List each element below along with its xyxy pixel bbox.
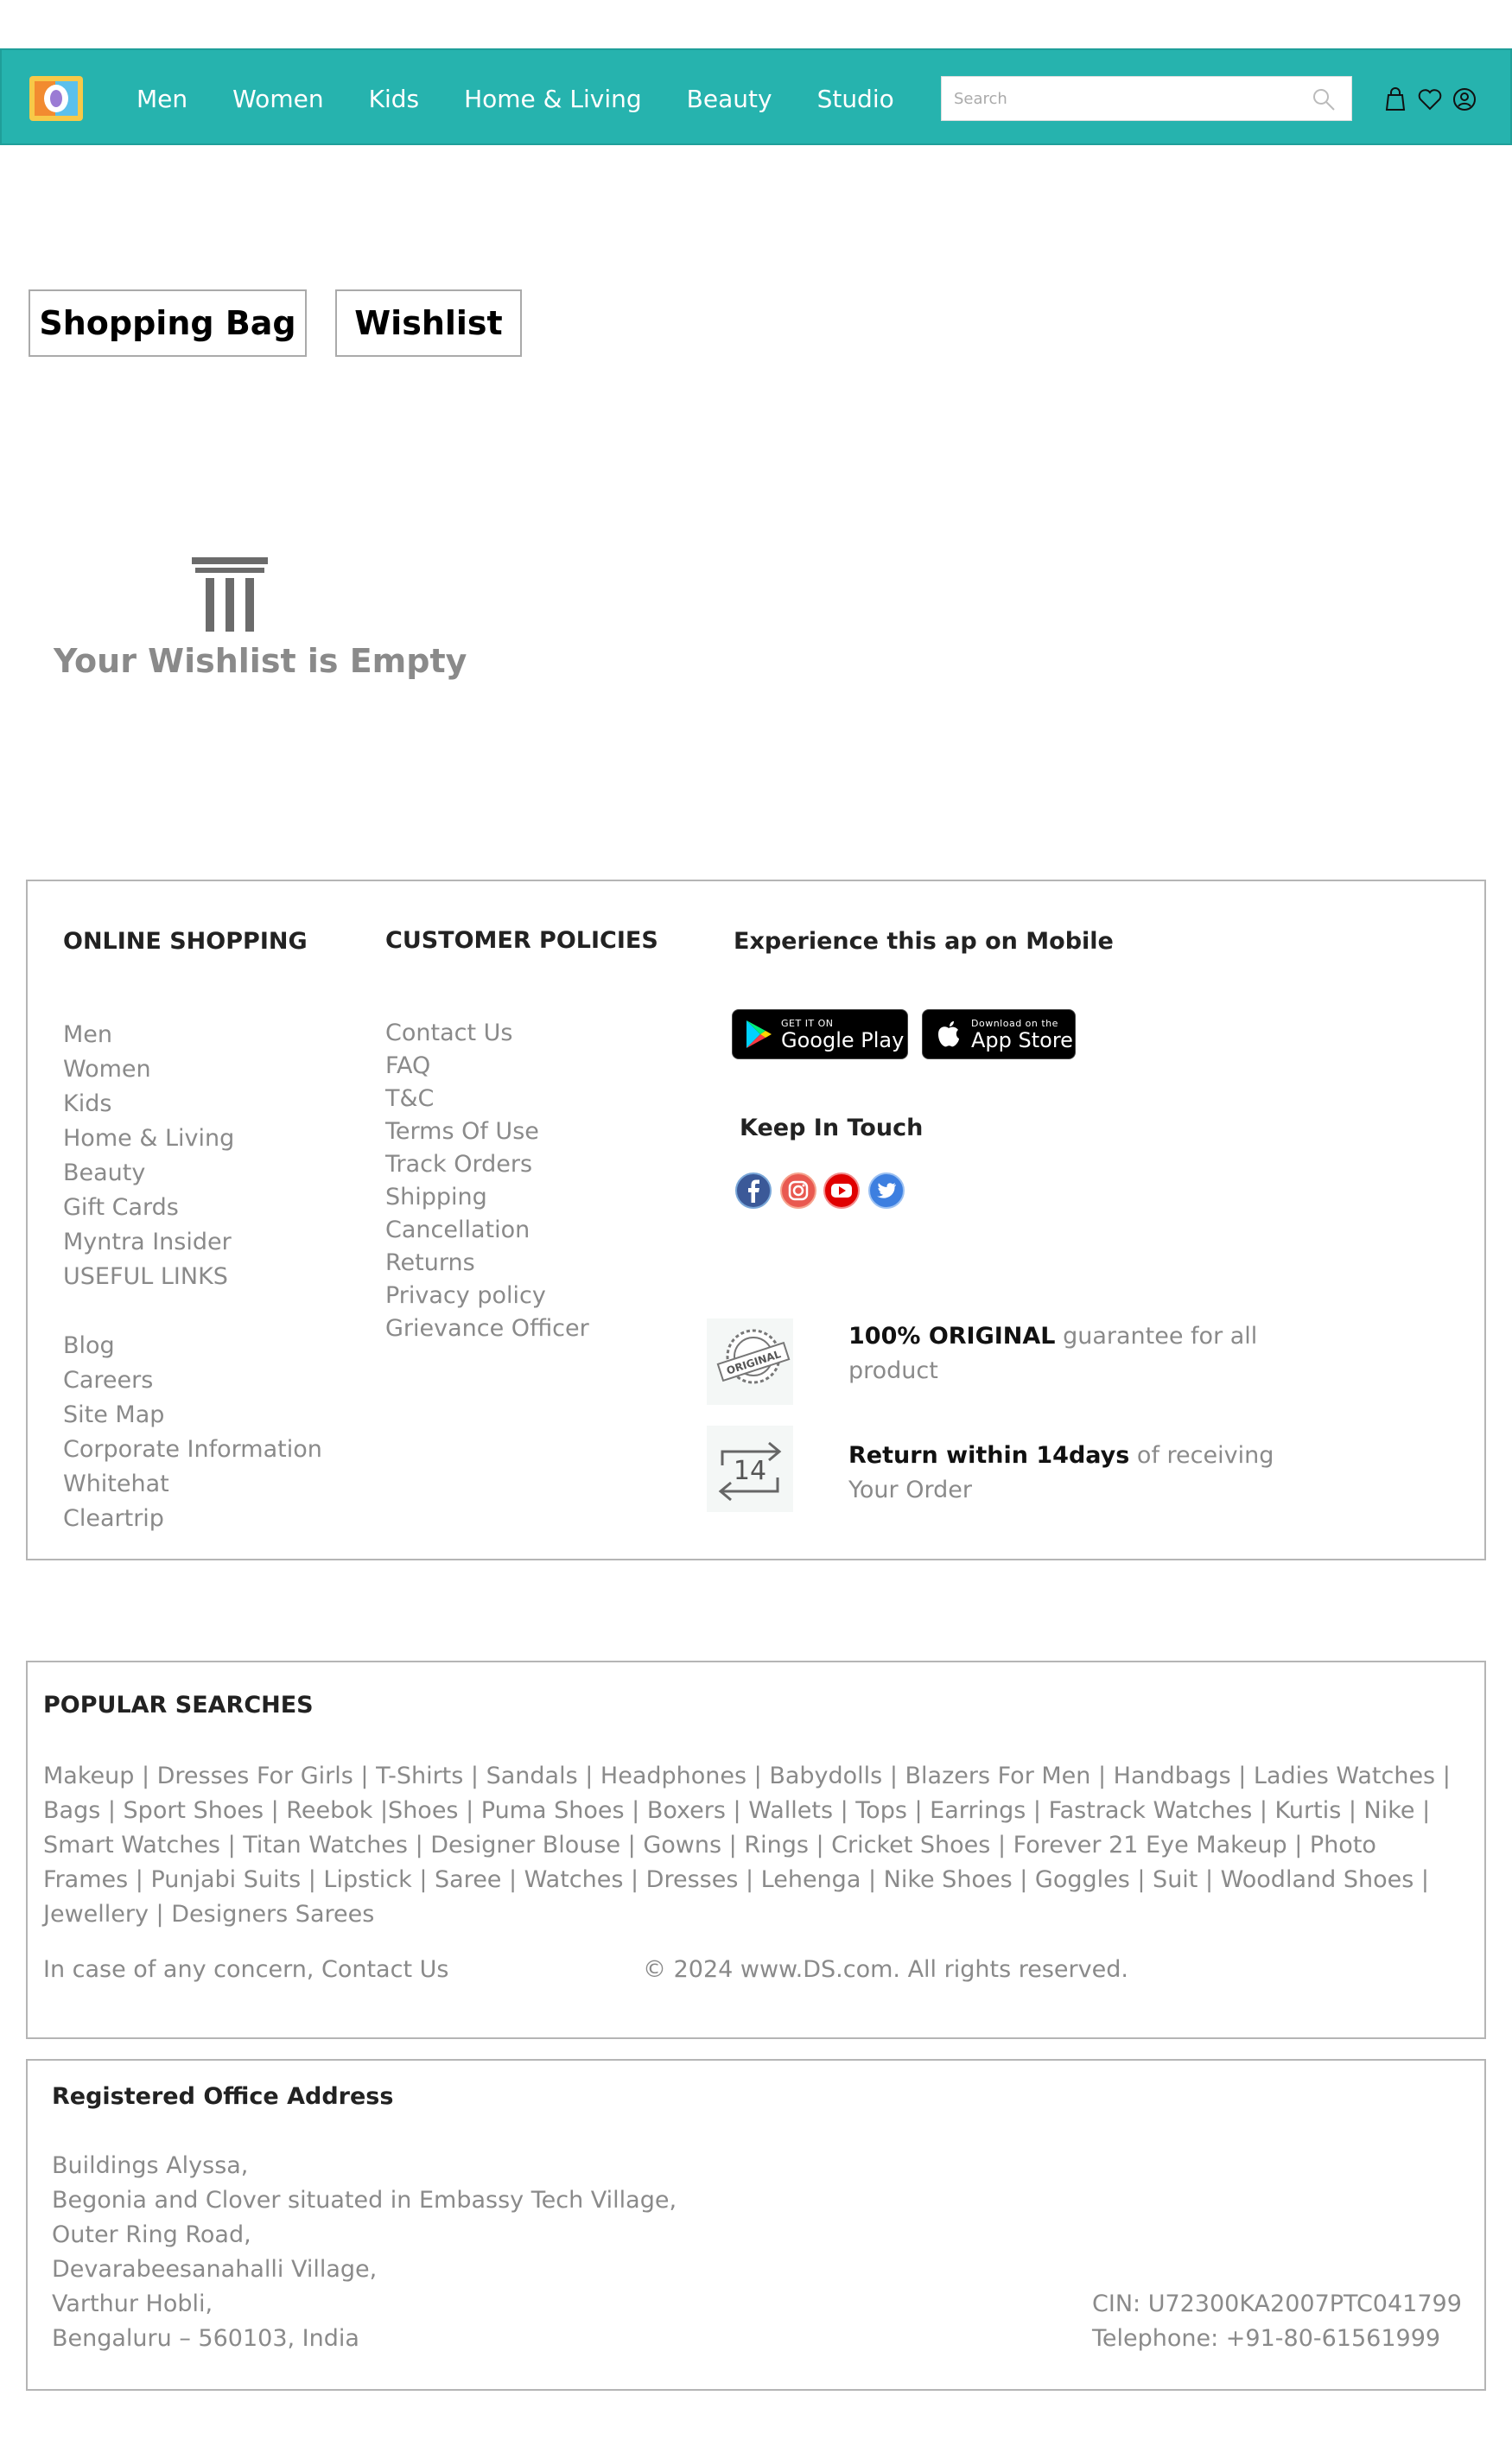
footer-link-careers[interactable]: Careers — [63, 1363, 322, 1398]
footer-link-kids[interactable]: Kids — [63, 1087, 322, 1122]
address-line: Bengaluru – 560103, India — [52, 2325, 359, 2352]
google-play-big-label: Google Play — [781, 1027, 905, 1052]
original-badge-icon: ORIGINAL — [707, 1318, 793, 1405]
company-ids: CIN: U72300KA2007PTC041799 Telephone: +9… — [1092, 2287, 1462, 2356]
concern-prefix: In case of any concern, — [43, 1956, 321, 1983]
footer-link-myntra-insider[interactable]: Myntra Insider — [63, 1225, 322, 1260]
nav-link-studio[interactable]: Studio — [817, 85, 894, 113]
telephone-number: Telephone: +91-80-61561999 — [1092, 2325, 1441, 2352]
app-store-big-label: App Store — [971, 1027, 1073, 1052]
heart-icon[interactable] — [1417, 86, 1443, 112]
footer-link-blog[interactable]: Blog — [63, 1329, 322, 1363]
cin-number: CIN: U72300KA2007PTC041799 — [1092, 2291, 1462, 2317]
footer-link-privacy-policy[interactable]: Privacy policy — [385, 1280, 589, 1312]
address-line: Devarabeesanahalli Village, — [52, 2256, 378, 2283]
popular-searches-text[interactable]: Makeup | Dresses For Girls | T-Shirts | … — [43, 1763, 1451, 1928]
keep-in-touch-heading: Keep In Touch — [740, 1115, 924, 1141]
return-policy-text: Return within 14days of receiving Your O… — [848, 1439, 1298, 1508]
footer-link-track-orders[interactable]: Track Orders — [385, 1148, 589, 1181]
search-input[interactable] — [942, 78, 1305, 119]
address-lines: Buildings Alyssa, Begonia and Clover sit… — [52, 2149, 677, 2356]
tab-shopping-bag[interactable]: Shopping Bag — [29, 289, 307, 357]
footer-link-corporate-information[interactable]: Corporate Information — [63, 1433, 322, 1467]
nav-icons — [1382, 86, 1477, 112]
nav-link-home-living[interactable]: Home & Living — [464, 85, 642, 113]
concern-contact-link[interactable]: Contact Us — [321, 1956, 448, 1983]
twitter-icon[interactable] — [867, 1172, 905, 1210]
footer-link-home-living[interactable]: Home & Living — [63, 1122, 322, 1156]
profile-icon[interactable] — [1452, 86, 1477, 112]
registered-office-section: Registered Office Address Buildings Alys… — [26, 2059, 1486, 2391]
footer-useful-links-label: USEFUL LINKS — [63, 1263, 228, 1290]
bag-icon[interactable] — [1382, 86, 1408, 112]
registered-office-heading: Registered Office Address — [52, 2083, 394, 2110]
footer-link-returns[interactable]: Returns — [385, 1247, 589, 1280]
footer-link-gift-cards[interactable]: Gift Cards — [63, 1191, 322, 1225]
footer-link-faq[interactable]: FAQ — [385, 1050, 589, 1083]
nav-link-beauty[interactable]: Beauty — [687, 85, 772, 113]
original-guarantee-bold: 100% ORIGINAL — [848, 1323, 1056, 1350]
google-play-icon — [746, 1020, 772, 1048]
search-icon[interactable] — [1312, 87, 1336, 111]
popular-searches-section: POPULAR SEARCHES Makeup | Dresses For Gi… — [26, 1661, 1486, 2039]
nav-link-women[interactable]: Women — [232, 85, 323, 113]
app-store-text: Download on the App Store — [971, 1019, 1073, 1051]
footer-link-cleartrip[interactable]: Cleartrip — [63, 1502, 322, 1536]
footer-link-whitehat[interactable]: Whitehat — [63, 1467, 322, 1502]
google-play-text: GET IT ON Google Play — [781, 1019, 904, 1051]
google-play-badge[interactable]: GET IT ON Google Play — [732, 1009, 908, 1059]
app-store-badge[interactable]: Download on the App Store — [922, 1009, 1076, 1059]
concern-note: In case of any concern, Contact Us — [43, 1956, 448, 1983]
top-navbar: Men Women Kids Home & Living Beauty Stud… — [0, 48, 1512, 145]
footer-link-site-map[interactable]: Site Map — [63, 1398, 322, 1433]
apple-icon — [938, 1021, 959, 1047]
footer-link-men[interactable]: Men — [63, 1018, 322, 1052]
tab-wishlist[interactable]: Wishlist — [335, 289, 522, 357]
customer-policies-heading: CUSTOMER POLICIES — [385, 927, 658, 954]
customer-policies-links: Contact Us FAQ T&C Terms Of Use Track Or… — [385, 1017, 589, 1345]
mobile-app-heading: Experience this ap on Mobile — [734, 928, 1114, 955]
trash-icon — [192, 557, 268, 632]
youtube-icon[interactable] — [823, 1172, 861, 1210]
footer-link-beauty[interactable]: Beauty — [63, 1156, 322, 1191]
popular-searches-list: Makeup | Dresses For Girls | T-Shirts | … — [43, 1759, 1460, 1932]
footer-link-women[interactable]: Women — [63, 1052, 322, 1087]
nav-link-men[interactable]: Men — [137, 85, 187, 113]
address-line: Buildings Alyssa, — [52, 2152, 249, 2179]
nav-links: Men Women Kids Home & Living Beauty Stud… — [137, 50, 939, 147]
google-play-small-label: GET IT ON — [781, 1017, 834, 1029]
online-shopping-heading: ONLINE SHOPPING — [63, 928, 308, 955]
app-store-small-label: Download on the — [971, 1017, 1058, 1029]
facebook-icon[interactable] — [734, 1172, 772, 1210]
nav-link-kids[interactable]: Kids — [369, 85, 420, 113]
footer-link-shipping[interactable]: Shipping — [385, 1181, 589, 1214]
footer-link-grievance-officer[interactable]: Grievance Officer — [385, 1312, 589, 1345]
popular-searches-heading: POPULAR SEARCHES — [43, 1692, 314, 1719]
address-line: Begonia and Clover situated in Embassy T… — [52, 2187, 677, 2214]
return-14-days-icon: 14 — [707, 1426, 793, 1512]
address-line: Outer Ring Road, — [52, 2221, 251, 2248]
footer-link-terms-of-use[interactable]: Terms Of Use — [385, 1115, 589, 1148]
footer-link-tc[interactable]: T&C — [385, 1083, 589, 1115]
logo[interactable] — [29, 76, 83, 121]
footer-link-cancellation[interactable]: Cancellation — [385, 1214, 589, 1247]
original-guarantee-text: 100% ORIGINAL guarantee for all product — [848, 1319, 1298, 1388]
search-box — [941, 76, 1352, 121]
online-shopping-links: Men Women Kids Home & Living Beauty Gift… — [63, 1018, 322, 1536]
empty-wishlist-message: Your Wishlist is Empty — [54, 642, 467, 680]
return-policy-bold: Return within 14days — [848, 1442, 1130, 1469]
return-days-number: 14 — [734, 1456, 766, 1486]
footer-link-contact-us[interactable]: Contact Us — [385, 1017, 589, 1050]
instagram-icon[interactable] — [779, 1172, 817, 1210]
address-line: Varthur Hobli, — [52, 2291, 213, 2317]
copyright-text: © 2024 www.DS.com. All rights reserved. — [643, 1956, 1128, 1983]
